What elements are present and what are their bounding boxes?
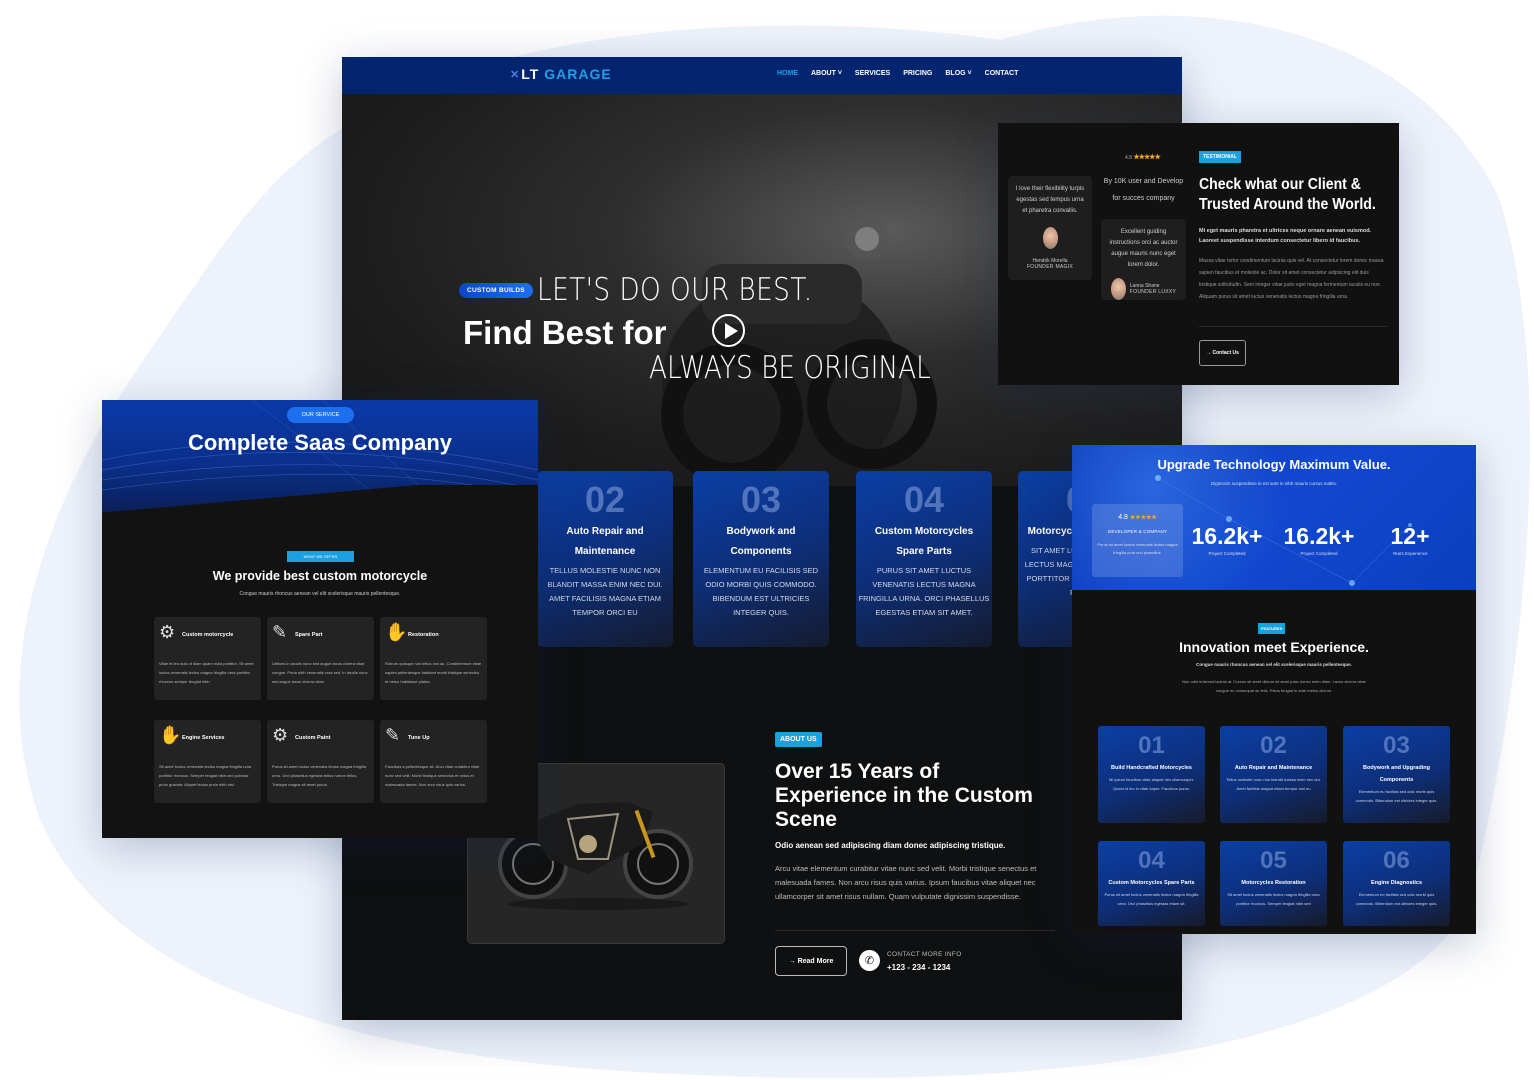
upgrade-panel: Upgrade Technology Maximum Value. Dignis… bbox=[1072, 445, 1476, 934]
hero-line-3: ALWAYS BE ORIGINAL bbox=[649, 350, 931, 386]
testimonial-heading: Check what our Client & Trusted Around t… bbox=[1199, 176, 1376, 213]
navbar: ✕ LT GARAGE HOME ABOUT ˅ SERVICES PRICIN… bbox=[342, 57, 1182, 94]
divider bbox=[1199, 326, 1387, 327]
features-heading: Innovation meet Experience. bbox=[1179, 639, 1369, 655]
offer-card[interactable]: ✋ Engine Services Sit amet luctus venena… bbox=[154, 720, 261, 803]
star-rating-icon: ★★★★★ bbox=[1133, 154, 1160, 161]
features-body: Non odio euismod lacinia at. Cursus sit … bbox=[1182, 679, 1366, 693]
offer-card[interactable]: ⚙ Custom Paint Purus sit amet luctus ven… bbox=[267, 720, 374, 803]
upgrade-subheading: Dignissim suspendisse in est ante in nib… bbox=[1210, 481, 1338, 486]
features-subheading: Congue mauris rhoncus aenean vel elit sc… bbox=[1196, 662, 1352, 667]
users-tagline: By 10K user and Develop for succes compa… bbox=[1103, 178, 1184, 202]
offer-heading: We provide best custom motorcycle bbox=[212, 569, 428, 583]
glove-wrench-icon: ✋ bbox=[385, 622, 408, 642]
developer-rating-card: 4.8 ★★★★★ DEVELOPER & COMPANY Purus sit … bbox=[1092, 504, 1183, 577]
contact-phone[interactable]: +123 - 234 - 1234 bbox=[887, 963, 950, 972]
read-more-button[interactable]: → Read More bbox=[775, 946, 847, 976]
hero-line-1: LET'S DO OUR BEST. bbox=[537, 272, 813, 308]
contact-us-button[interactable]: → Contact Us bbox=[1199, 340, 1246, 366]
testimonial-card: Excellent guiding instructions orci ac a… bbox=[1101, 219, 1186, 300]
service-card[interactable]: 03 Bodywork and Components ELEMENTUM EU … bbox=[693, 471, 829, 647]
hero-line-2: Find Best for bbox=[463, 314, 667, 351]
pistons-icon: ⚙ bbox=[159, 622, 176, 642]
offer-card[interactable]: ⚙ Custom motorcycle Vitae et leo duis ut… bbox=[154, 617, 261, 700]
about-us-badge: ABOUT US bbox=[775, 732, 822, 747]
spray-gun-icon: ✎ bbox=[272, 622, 288, 642]
about-body: Arcu vitae elementum curabitur vitae nun… bbox=[775, 864, 1037, 901]
phone-icon: ✆ bbox=[859, 950, 880, 971]
offer-card[interactable]: ✋ Restoration Rutrum quisque non tellus … bbox=[380, 617, 487, 700]
about-heading: Over 15 Years of Experience in the Custo… bbox=[775, 760, 1033, 831]
service-panel: OUR SERVICE Complete Saas Company WHAT W… bbox=[102, 400, 538, 838]
nav-services[interactable]: SERVICES bbox=[855, 70, 890, 77]
testimonial-subheading: Mi eget mauris pharetra et ultrices nequ… bbox=[1199, 228, 1372, 244]
logo[interactable]: ✕ LT GARAGE bbox=[510, 66, 612, 82]
what-we-offer-badge: WHAT WE OFFER bbox=[287, 551, 354, 562]
nav-menu: HOME ABOUT ˅ SERVICES PRICING BLOG ˅ CON… bbox=[777, 70, 1018, 77]
about-subheading: Odio aenean sed adipiscing diam donec ad… bbox=[775, 841, 1006, 850]
stat-projects: 16.2k+ Project Completed bbox=[1191, 523, 1263, 556]
stat-projects: 16.2k+ Project Completed bbox=[1283, 523, 1355, 556]
avatar bbox=[1042, 227, 1058, 249]
logo-mark-icon: ✕ bbox=[510, 68, 521, 81]
testimonial-body: Massa vitae tortor condimentum lacinia q… bbox=[1199, 258, 1384, 300]
nav-contact[interactable]: CONTACT bbox=[985, 70, 1019, 77]
nav-about[interactable]: ABOUT ˅ bbox=[811, 70, 842, 77]
contact-info-label: CONTACT MORE INFO bbox=[887, 951, 962, 958]
feature-card[interactable]: 03 Bodywork and Upgrading Components Ele… bbox=[1343, 726, 1450, 823]
nav-blog[interactable]: BLOG ˅ bbox=[945, 70, 971, 77]
spray-gun-icon: ✎ bbox=[385, 725, 401, 745]
avatar bbox=[1110, 278, 1126, 300]
service-card[interactable]: 02 Auto Repair and Maintenance TELLUS MO… bbox=[537, 471, 673, 647]
feature-card[interactable]: 01 Build Handcrafted Motorcycles Mi ipsu… bbox=[1098, 726, 1205, 823]
nav-pricing[interactable]: PRICING bbox=[903, 70, 932, 77]
play-video-button[interactable] bbox=[712, 314, 745, 347]
pistons-icon: ⚙ bbox=[272, 725, 289, 745]
testimonial-panel: I love their flexibility turpis egestas … bbox=[998, 123, 1399, 385]
feature-card[interactable]: 06 Engine Diagnostics Elementum eu facil… bbox=[1343, 841, 1450, 926]
stat-years: 12+ Years Experience bbox=[1390, 523, 1430, 556]
features-badge: FEATURES bbox=[1258, 623, 1286, 634]
rating: 4.8 ★★★★★ bbox=[1125, 154, 1161, 161]
offer-card[interactable]: ✎ Spare Part Ultrices in iaculis nunc se… bbox=[267, 617, 374, 700]
star-rating-icon: ★★★★★ bbox=[1129, 515, 1157, 521]
upgrade-heading: Upgrade Technology Maximum Value. bbox=[1157, 457, 1391, 472]
offer-card[interactable]: ✎ Tune Up Faucibus a pellentesque sit. A… bbox=[380, 720, 487, 803]
feature-card[interactable]: 04 Custom Motorcycles Spare Parts Purus … bbox=[1098, 841, 1205, 926]
service-card[interactable]: 04 Custom Motorcycles Spare Parts PURUS … bbox=[856, 471, 992, 647]
feature-card[interactable]: 05 Motorcycles Restoration Sit amet luct… bbox=[1220, 841, 1327, 926]
service-heading: Complete Saas Company bbox=[187, 430, 453, 455]
testimonial-card: I love their flexibility turpis egestas … bbox=[1008, 176, 1092, 280]
custom-builds-badge: CUSTOM BUILDS bbox=[459, 283, 533, 298]
our-service-badge: OUR SERVICE bbox=[287, 407, 354, 423]
testimonial-badge: TESTIMONIAL bbox=[1199, 151, 1241, 163]
nav-home[interactable]: HOME bbox=[777, 70, 798, 77]
feature-card[interactable]: 02 Auto Repair and Maintenance Tellus mo… bbox=[1220, 726, 1327, 823]
divider bbox=[775, 930, 1055, 931]
offer-subheading: Congue mauris rhoncus aenean vel elit sc… bbox=[239, 591, 401, 597]
glove-wrench-icon: ✋ bbox=[159, 725, 182, 745]
